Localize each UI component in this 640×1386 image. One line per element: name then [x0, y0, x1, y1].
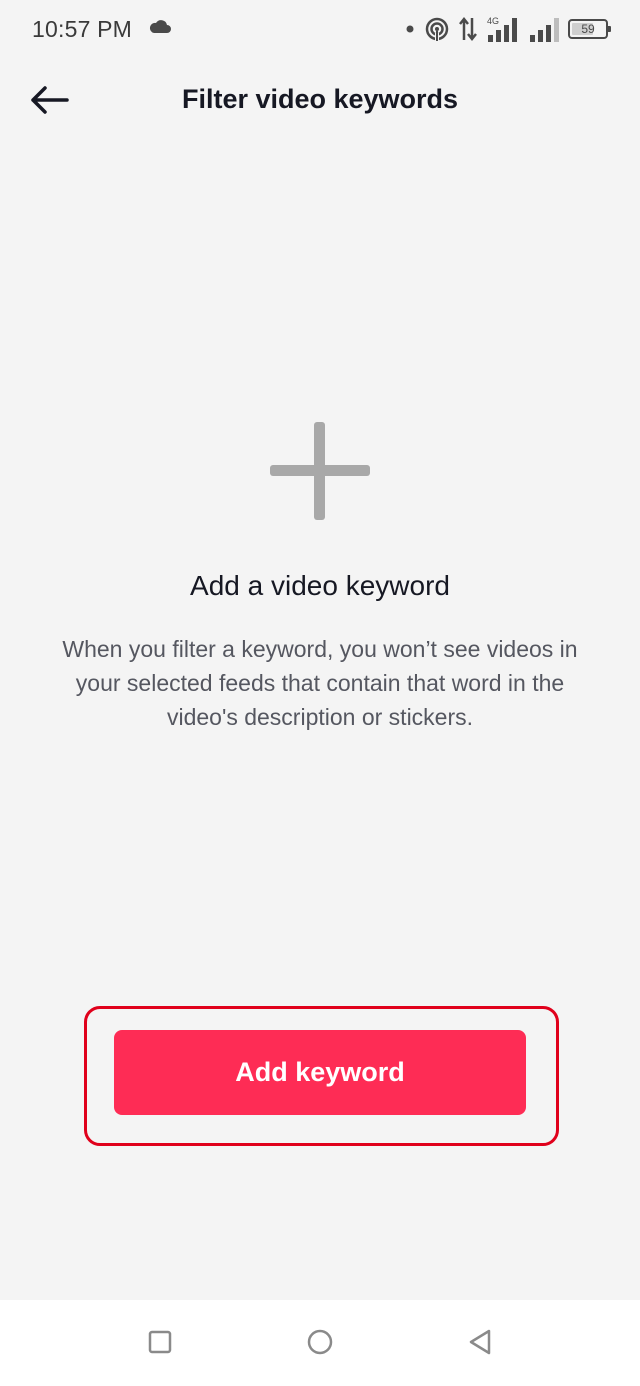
empty-state-title: Add a video keyword: [190, 570, 450, 601]
header: Filter video keywords: [0, 58, 640, 146]
home-button[interactable]: [306, 1328, 334, 1361]
data-arrows-icon: [458, 16, 478, 42]
status-left: 10:57 PM: [32, 16, 172, 43]
plus-icon: [270, 422, 370, 520]
back-triangle-icon: [467, 1328, 493, 1361]
network-label: 4G: [487, 16, 499, 26]
status-time: 10:57 PM: [32, 15, 133, 42]
dot-icon: [404, 23, 416, 35]
battery-percent: 59: [581, 22, 595, 36]
navigation-bar: [0, 1300, 640, 1386]
battery-icon: 59: [568, 19, 611, 39]
status-right: 4G 59: [404, 15, 611, 43]
recents-square-icon: [148, 1330, 172, 1359]
system-back-button[interactable]: [466, 1328, 494, 1361]
home-circle-icon: [306, 1328, 334, 1361]
status-bar: 10:57 PM 4G 59: [0, 0, 640, 58]
page-title: Filter video keywords: [181, 84, 459, 114]
recents-button[interactable]: [146, 1330, 174, 1358]
empty-state-description: When you filter a keyword, you won’t see…: [62, 636, 578, 730]
signal-4g-icon: 4G: [486, 15, 520, 43]
hotspot-icon: [424, 16, 450, 42]
cloud-icon: [148, 19, 172, 40]
add-keyword-button[interactable]: Add keyword: [114, 1030, 526, 1115]
signal-icon: [528, 15, 560, 43]
